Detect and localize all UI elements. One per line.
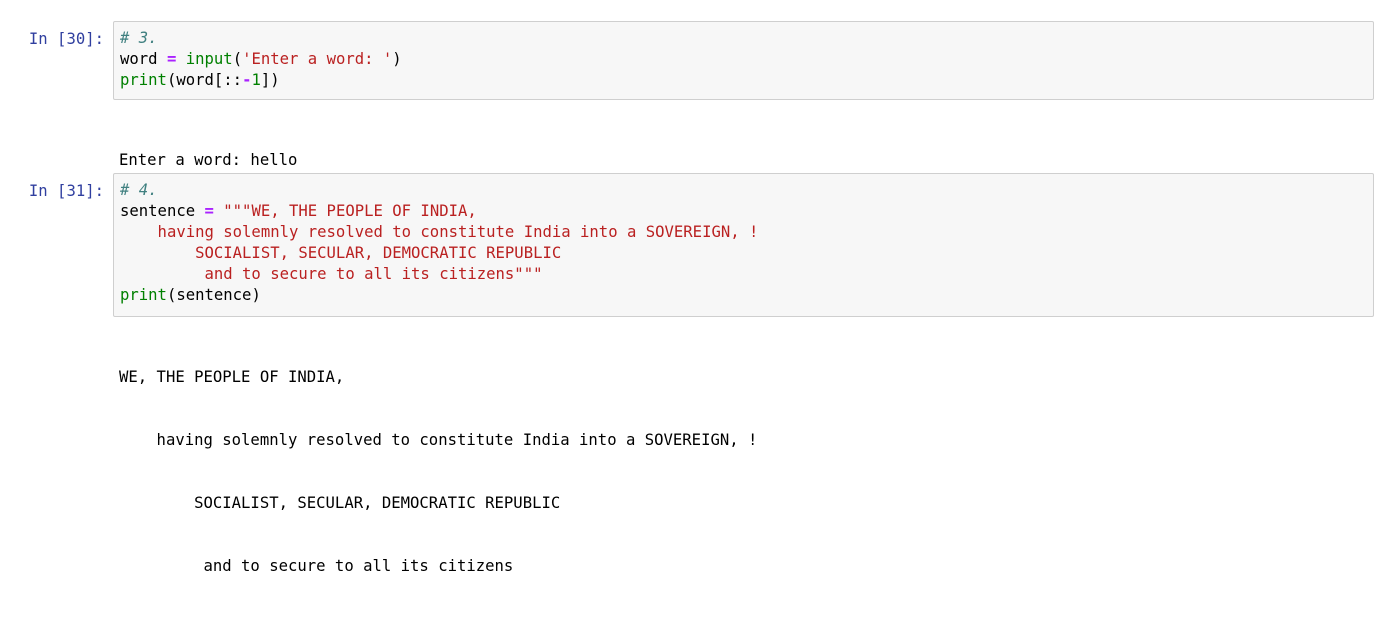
code-string: having solemnly resolved to constitute I… — [120, 223, 759, 241]
code-input-area[interactable]: # 3. word = input('Enter a word: ') prin… — [113, 21, 1374, 100]
code-line: word = input('Enter a word: ') — [120, 49, 1373, 70]
code-variable: sentence — [176, 286, 252, 304]
code-variable: word — [120, 50, 158, 68]
code-builtin: print — [120, 71, 167, 89]
code-line: # 3. — [120, 28, 1373, 49]
code-variable: word[:: — [176, 71, 243, 89]
code-line: SOCIALIST, SECULAR, DEMOCRATIC REPUBLIC — [120, 243, 1373, 264]
code-line: and to secure to all its citizens""" — [120, 264, 1373, 285]
code-string: 'Enter a word: ' — [242, 50, 393, 68]
code-input-area[interactable]: # 4. sentence = """WE, THE PEOPLE OF IND… — [113, 173, 1374, 317]
code-variable: sentence — [120, 202, 196, 220]
code-paren: ) — [251, 286, 261, 304]
output-line: and to secure to all its citizens — [119, 557, 514, 575]
code-builtin: input — [185, 50, 233, 68]
code-number: 1 — [251, 71, 261, 89]
output-line: WE, THE PEOPLE OF INDIA, — [119, 368, 345, 386]
code-string: and to secure to all its citizens""" — [120, 265, 543, 283]
output-line: SOCIALIST, SECULAR, DEMOCRATIC REPUBLIC — [119, 494, 561, 512]
cell-output: WE, THE PEOPLE OF INDIA, having solemnly… — [119, 325, 757, 619]
code-comment: # 4. — [120, 181, 158, 199]
code-string: SOCIALIST, SECULAR, DEMOCRATIC REPUBLIC — [120, 244, 562, 262]
code-line: sentence = """WE, THE PEOPLE OF INDIA, — [120, 201, 1373, 222]
code-string: """WE, THE PEOPLE OF INDIA, — [223, 202, 477, 220]
code-paren: ( — [166, 71, 177, 89]
code-builtin: print — [120, 286, 167, 304]
cell-prompt: In [30]: — [28, 30, 104, 48]
code-paren: ]) — [260, 71, 280, 89]
cell-prompt: In [31]: — [28, 182, 104, 200]
code-paren: ) — [392, 50, 402, 68]
code-operator: = — [195, 202, 224, 220]
code-line: print(sentence) — [120, 285, 1373, 306]
code-operator: = — [157, 50, 186, 68]
code-paren: ( — [166, 286, 177, 304]
code-comment: # 3. — [120, 29, 158, 47]
code-line: # 4. — [120, 180, 1373, 201]
code-paren: ( — [232, 50, 243, 68]
output-line: having solemnly resolved to constitute I… — [119, 431, 758, 449]
output-line: Enter a word: hello — [119, 151, 298, 169]
code-line: having solemnly resolved to constitute I… — [120, 222, 1373, 243]
code-line: print(word[::-1]) — [120, 70, 1373, 91]
